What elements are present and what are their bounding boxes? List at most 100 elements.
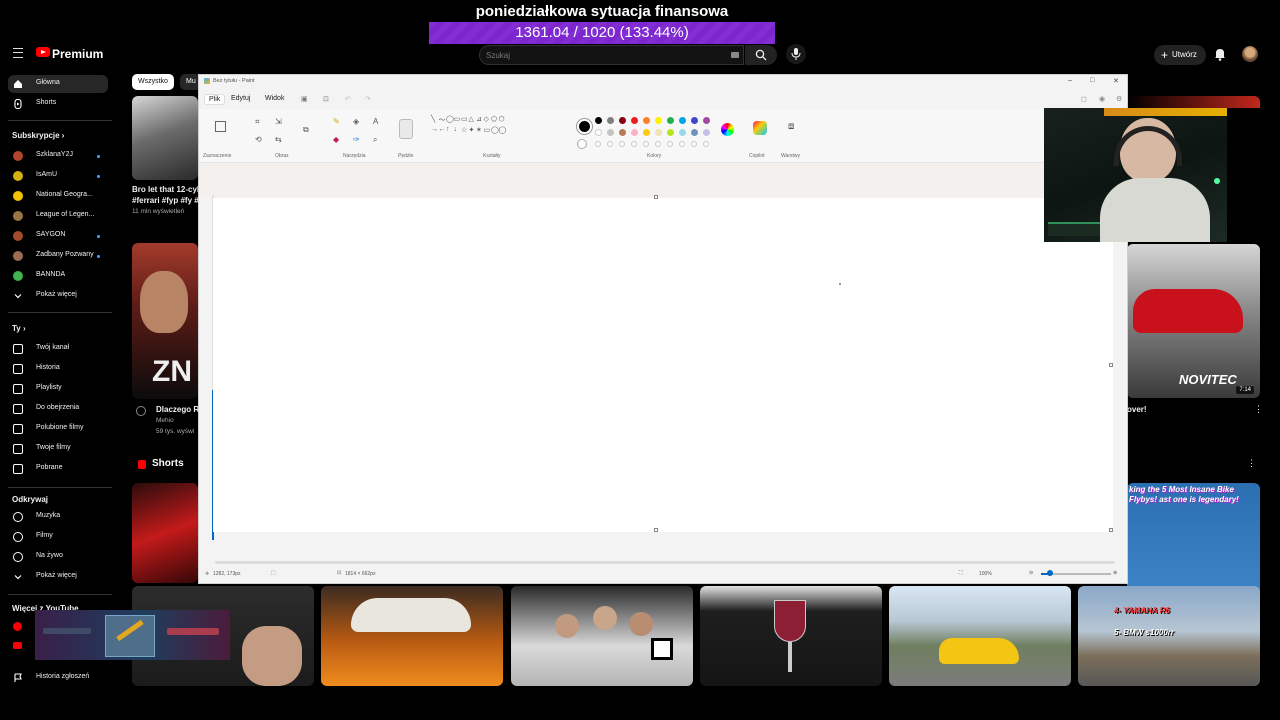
color-swatch[interactable] (655, 117, 662, 124)
sidebar-item-music[interactable]: Muzyka (8, 508, 108, 526)
color-swatch[interactable] (679, 129, 686, 136)
fill-bucket-icon[interactable]: ◈ (353, 117, 359, 126)
video-title-line2[interactable]: #ferrari #fyp #fy # (132, 196, 199, 205)
shape-option-icon[interactable]: ▭ (461, 115, 468, 123)
color-swatch[interactable] (631, 117, 638, 124)
color-swatch[interactable] (619, 129, 626, 136)
shape-option-icon[interactable]: ◇ (484, 115, 489, 123)
drawing-canvas[interactable] (213, 195, 1113, 532)
crop-icon[interactable]: ⌗ (255, 117, 260, 127)
custom-color-slot[interactable] (643, 141, 649, 147)
youtube-logo-icon[interactable] (36, 47, 50, 57)
shape-option-icon[interactable]: ◯ (499, 126, 507, 134)
brushes-icon[interactable] (399, 119, 413, 139)
sidebar-subscription-item[interactable]: National Geogra... (8, 187, 108, 205)
sidebar-item-download[interactable]: Pobrane (8, 460, 108, 478)
video-thumbnail[interactable] (511, 586, 693, 686)
zoom-in-icon[interactable]: ⊕ (1113, 570, 1117, 576)
shape-option-icon[interactable]: ✦ (469, 126, 475, 134)
color-swatch[interactable] (667, 129, 674, 136)
feedback-icon[interactable]: ◻ (1077, 94, 1091, 104)
color-swatch[interactable] (667, 117, 674, 124)
video-thumbnail[interactable] (132, 96, 198, 180)
sidebar-item-report-history[interactable]: Historia zgłoszeń (8, 669, 108, 687)
short-thumbnail[interactable] (132, 483, 198, 583)
accessibility-icon[interactable]: ◉ (1095, 94, 1109, 104)
zoom-slider[interactable] (1041, 570, 1111, 576)
sidebar-subscription-item[interactable]: BANNDA (8, 267, 108, 285)
color-swatch[interactable] (655, 129, 662, 136)
color-swatch[interactable] (691, 129, 698, 136)
zoom-level-select[interactable]: 100% (979, 571, 992, 577)
shape-option-icon[interactable]: 〜 (439, 115, 446, 125)
sidebar-item-like[interactable]: Polubione filmy (8, 420, 108, 438)
redo-icon[interactable]: ↷ (361, 94, 375, 104)
rotate-icon[interactable]: ⟲ (255, 135, 262, 144)
color-swatch[interactable] (619, 117, 626, 124)
video-thumbnail-edge[interactable] (1127, 96, 1260, 108)
shape-option-icon[interactable]: ⊿ (476, 115, 482, 123)
undo-icon[interactable]: ↶ (341, 94, 355, 104)
canvas-resize-handle[interactable] (654, 528, 658, 532)
youtube-music-icon[interactable] (13, 622, 22, 631)
color-swatch[interactable] (703, 129, 710, 136)
minimize-button[interactable]: – (1068, 77, 1072, 84)
shape-option-icon[interactable]: ╲ (431, 115, 435, 123)
youtube-kids-icon[interactable] (13, 642, 22, 649)
shape-option-icon[interactable]: ⬡ (499, 115, 505, 123)
voice-search-button[interactable] (786, 44, 806, 64)
sidebar-show-more[interactable]: Pokaż więcej (8, 287, 108, 305)
custom-color-slot[interactable] (607, 141, 613, 147)
color-swatch[interactable] (643, 129, 650, 136)
short-thumbnail[interactable]: 4- YAMAHA R6 5- BMW s1000rr (1078, 586, 1260, 686)
edit-colors-icon[interactable] (721, 123, 734, 136)
shape-option-icon[interactable]: △ (469, 115, 474, 123)
color-swatch[interactable] (631, 129, 638, 136)
sidebar-item-channel[interactable]: Twój kanał (8, 340, 108, 358)
custom-color-slot[interactable] (703, 141, 709, 147)
youtube-brand-label[interactable]: Premium (52, 47, 103, 61)
sidebar-subscription-item[interactable]: Zadbany Pozwany (8, 247, 108, 265)
copilot-icon[interactable] (753, 121, 767, 135)
pencil-icon[interactable]: ✎ (333, 117, 340, 126)
video-channel[interactable]: Mehio (156, 417, 174, 424)
secondary-color-swatch[interactable] (577, 139, 587, 149)
sidebar-show-more-2[interactable]: Pokaż więcej (8, 568, 108, 586)
fit-to-window-icon[interactable]: ⛶ (959, 570, 963, 576)
maximize-button[interactable]: □ (1090, 77, 1094, 84)
shape-option-icon[interactable]: ← (439, 126, 446, 133)
custom-color-slot[interactable] (595, 141, 601, 147)
video-thumbnail[interactable]: ZN (132, 243, 198, 399)
video-title[interactable]: Bro let that 12-cyli (132, 185, 201, 194)
canvas-resize-handle[interactable] (654, 195, 658, 199)
color-swatch[interactable] (607, 129, 614, 136)
text-tool-icon[interactable]: A (373, 117, 378, 126)
hamburger-menu-icon[interactable] (13, 48, 23, 58)
selection-tool-icon[interactable] (215, 121, 226, 132)
sidebar-item-live[interactable]: Na żywo (8, 548, 108, 566)
shape-option-icon[interactable]: ▭ (454, 115, 461, 123)
channel-avatar[interactable] (136, 406, 146, 416)
shape-option-icon[interactable]: ⬠ (491, 115, 497, 123)
close-button[interactable]: ✕ (1113, 77, 1119, 85)
search-button[interactable] (745, 45, 777, 65)
you-header[interactable]: Ty › (12, 324, 26, 333)
zoom-out-icon[interactable]: ⊖ (1029, 570, 1033, 576)
shape-option-icon[interactable]: ✶ (476, 126, 482, 134)
sidebar-item-shorts[interactable]: Shorts (8, 95, 108, 113)
more-options-icon[interactable]: ⋮ (1254, 404, 1263, 415)
video-thumbnail[interactable]: NOVITEC 7:14 (1127, 244, 1260, 398)
custom-color-slot[interactable] (691, 141, 697, 147)
resize-icon[interactable]: ⇲ (275, 117, 282, 126)
custom-color-slot[interactable] (631, 141, 637, 147)
canvas-resize-handle[interactable] (1109, 528, 1113, 532)
custom-color-slot[interactable] (667, 141, 673, 147)
image-tools-icon[interactable]: ⧉ (303, 125, 309, 135)
share-icon[interactable]: ⊡ (319, 94, 333, 104)
layers-icon[interactable]: ⧈ (788, 121, 794, 132)
magnifier-icon[interactable]: ⌕ (373, 135, 377, 145)
settings-gear-icon[interactable]: ⚙ (1112, 94, 1126, 104)
menu-edit[interactable]: Edytuj (227, 94, 254, 103)
menu-view[interactable]: Widok (261, 94, 288, 103)
sidebar-subscription-item[interactable]: League of Legen... (8, 207, 108, 225)
